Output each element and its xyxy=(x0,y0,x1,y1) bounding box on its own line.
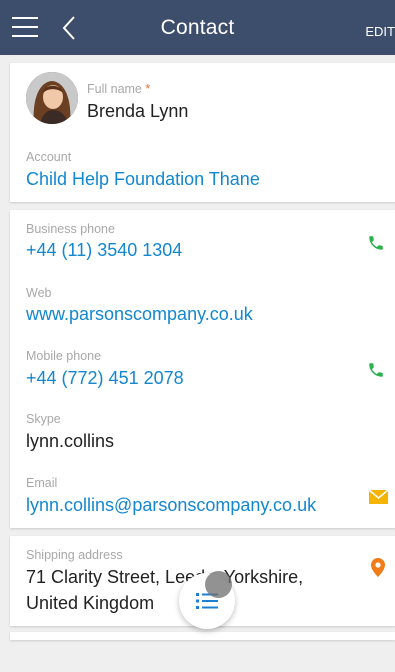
edit-button[interactable]: EDIT xyxy=(365,24,395,39)
map-pin-icon[interactable] xyxy=(371,558,385,577)
top-bar: Contact EDIT xyxy=(0,0,395,55)
business-phone-link[interactable]: +44 (11) 3540 1304 xyxy=(26,240,182,261)
full-name-label-text: Full name xyxy=(87,82,142,96)
email-link[interactable]: lynn.collins@parsonscompany.co.uk xyxy=(26,495,316,516)
account-link[interactable]: Child Help Foundation Thane xyxy=(26,169,260,190)
email-label: Email xyxy=(26,476,58,490)
full-name-label: Full name * xyxy=(87,82,150,96)
shipping-address-line2: United Kingdom xyxy=(26,593,155,613)
web-link[interactable]: www.parsonscompany.co.uk xyxy=(26,304,253,325)
required-mark: * xyxy=(145,82,151,96)
avatar[interactable] xyxy=(26,72,78,124)
contact-header-card: Full name * Brenda Lynn Account Child He… xyxy=(10,63,395,202)
envelope-icon[interactable] xyxy=(369,490,388,504)
full-name-value: Brenda Lynn xyxy=(87,101,189,121)
shipping-address-line1: 71 Clarity Street, Leeds, Yorkshire, xyxy=(26,567,304,587)
page-title: Contact xyxy=(160,16,235,39)
avatar-photo xyxy=(26,72,78,124)
touch-indicator xyxy=(205,571,232,598)
phone-icon[interactable] xyxy=(367,234,385,252)
shipping-address-label: Shipping address xyxy=(26,548,123,562)
skype-value: lynn.collins xyxy=(26,431,115,451)
account-label: Account xyxy=(26,150,72,164)
communications-card: Business phone +44 (11) 3540 1304 Web ww… xyxy=(10,210,395,528)
mobile-phone-link[interactable]: +44 (772) 451 2078 xyxy=(26,368,184,389)
business-phone-label: Business phone xyxy=(26,222,115,236)
phone-icon[interactable] xyxy=(367,361,385,379)
skype-label: Skype xyxy=(26,412,61,426)
web-label: Web xyxy=(26,286,52,300)
mobile-phone-label: Mobile phone xyxy=(26,349,102,363)
next-card-edge xyxy=(10,632,395,640)
